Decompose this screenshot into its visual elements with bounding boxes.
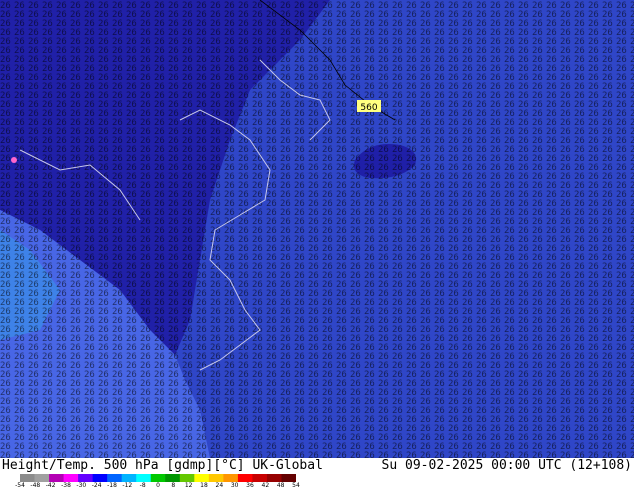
colorbar-tick-label: 18 — [200, 482, 208, 489]
number-grid-overlay — [0, 0, 634, 458]
colorbar-tick-label: 24 — [215, 482, 224, 489]
colorbar-tick-label: -30 — [76, 482, 87, 489]
colorbar-swatch — [150, 474, 166, 482]
colorbar-swatch — [208, 474, 224, 482]
colorbar-tick-label: -48 — [30, 482, 41, 489]
colorbar-tick-label: -38 — [61, 482, 71, 489]
colorbar-swatch — [20, 474, 36, 482]
colorbar-tick-label: 30 — [230, 482, 239, 489]
contour-label: 560 — [360, 103, 377, 113]
colorbar-swatch — [194, 474, 210, 482]
colorbar-swatch — [179, 474, 195, 482]
colorbar-tick-label: 8 — [171, 482, 176, 489]
colorbar-tick-label: -42 — [45, 482, 56, 489]
map-caption-left: Height/Temp. 500 hPa [gdmp][°C] UK-Globa… — [2, 458, 323, 473]
colorbar-swatch — [266, 474, 282, 482]
colorbar-swatch — [34, 474, 50, 482]
colorbar-swatch — [121, 474, 137, 482]
weather-map: 26 560 — [0, 0, 634, 458]
colorbar-swatch — [49, 474, 65, 482]
colorbar-tick-label: 36 — [246, 482, 254, 489]
small-warm-spot — [11, 157, 17, 163]
colorbar-tick-label: 48 — [276, 482, 285, 489]
colorbar-tick-label: 54 — [292, 482, 300, 489]
colorbar — [20, 474, 296, 482]
colorbar-swatch — [63, 474, 79, 482]
colorbar-tick-label: 0 — [156, 482, 160, 489]
map-caption-right: Su 09-02-2025 00:00 UTC (12+108) — [381, 458, 632, 473]
colorbar-swatch — [92, 474, 108, 482]
colorbar-tick-label: -8 — [139, 482, 146, 489]
colorbar-tick-label: -12 — [122, 482, 133, 489]
colorbar-tick-label: 42 — [261, 482, 270, 489]
colorbar-swatch — [237, 474, 253, 482]
colorbar-ticks: -54 -48 -42 -38 -30 -24 -18 -12 -8 0 8 12 18 24 30 36 42… — [15, 482, 300, 490]
colorbar-swatch — [107, 474, 123, 482]
colorbar-swatch — [136, 474, 152, 482]
footer: Height/Temp. 500 hPa [gdmp][°C] UK-Globa… — [0, 458, 634, 490]
colorbar-swatch — [223, 474, 239, 482]
colorbar-swatch — [252, 474, 268, 482]
colorbar-tick-label: -24 — [91, 482, 102, 489]
colorbar-swatch — [165, 474, 181, 482]
colorbar-tick-label: -54 — [15, 482, 25, 489]
colorbar-swatch — [281, 474, 296, 482]
colorbar-swatch — [78, 474, 94, 482]
colorbar-tick-label: -18 — [107, 482, 117, 489]
colorbar-tick-label: 12 — [184, 482, 193, 489]
